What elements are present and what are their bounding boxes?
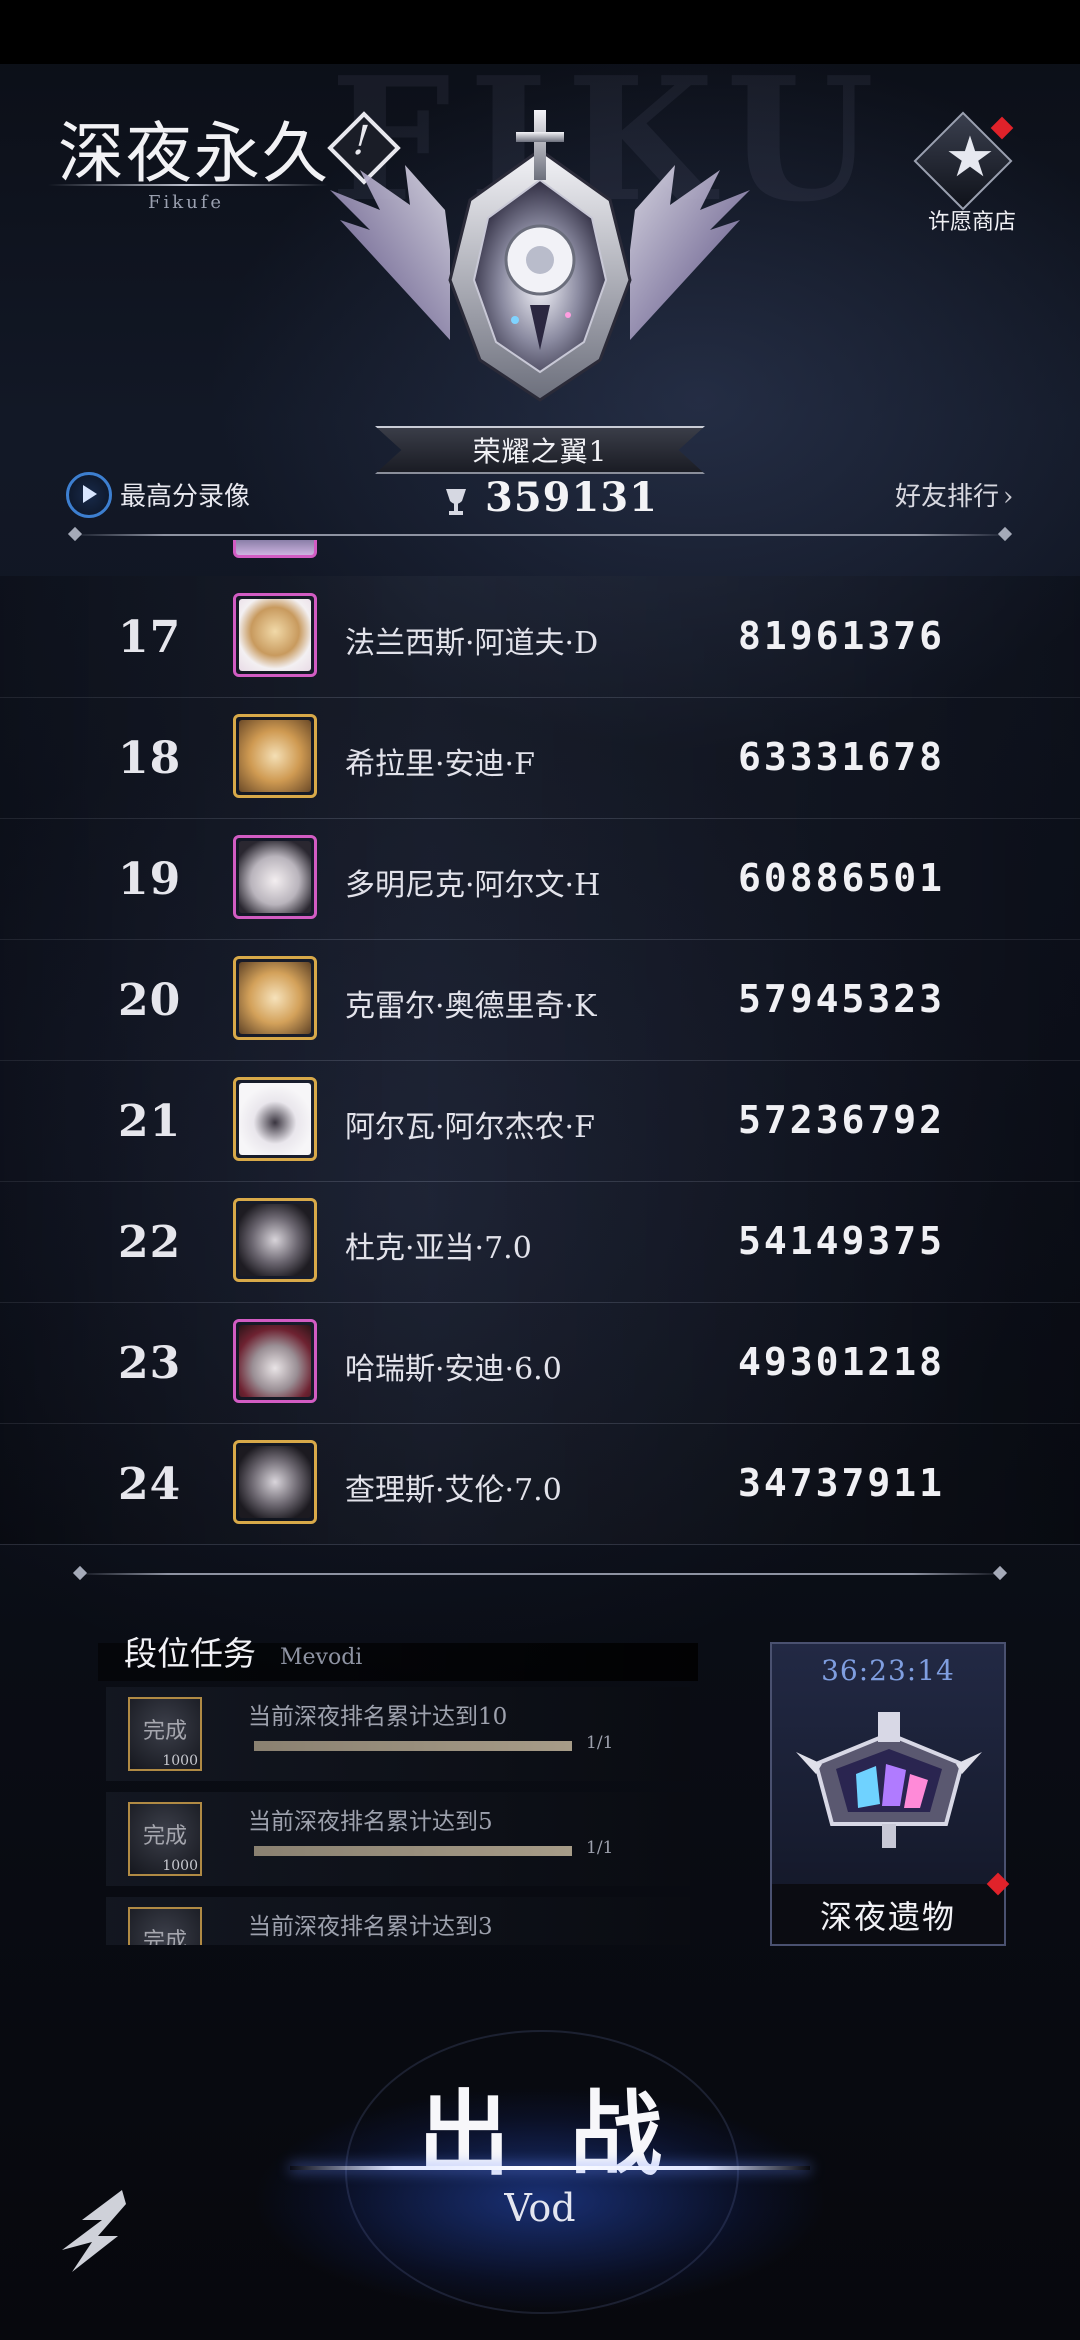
quest-count: 1/1 [586,1733,614,1753]
rank-number: 23 [118,1338,182,1389]
quest-text: 当前深夜排名累计达到3 [248,1914,493,1940]
quest-item[interactable]: 完成 1000 当前深夜排名累计达到5 1/1 [106,1792,690,1886]
quest-item[interactable]: 完成 当前深夜排名累计达到3 [106,1897,690,1945]
left-wing-icon [330,165,450,340]
friend-ranking-button[interactable]: 好友排行 › [895,476,1013,513]
quest-text: 当前深夜排名累计达到5 [248,1809,493,1835]
badge-text: 完成 [142,1824,187,1849]
trophy-score: 359131 [485,474,658,521]
battle-subtitle: Vod [504,2186,576,2230]
quest-complete-badge-icon: 完成 1000 [128,1802,202,1876]
rank-number: 24 [118,1459,182,1510]
avatar[interactable] [233,956,317,1040]
avatar[interactable] [233,593,317,677]
relic-timer: 36:23:14 [821,1654,955,1687]
rank-number: 20 [118,975,182,1026]
player-score: 54149375 [738,1219,946,1263]
replay-label: 最高分录像 [120,482,251,512]
avatar-partial [233,540,317,558]
player-name: 法兰西斯·阿道夫·D [345,626,599,661]
leaderboard-row[interactable]: 19 多明尼克·阿尔文·H 60886501 [0,818,1080,940]
player-name: 希拉里·安迪·F [345,747,535,782]
leaderboard-row[interactable]: 24 查理斯·艾伦·7.0 34737911 [0,1423,1080,1545]
relic-label: 深夜遗物 [819,1898,956,1936]
avatar[interactable] [233,714,317,798]
friend-ranking-label: 好友排行 [895,482,1000,512]
player-score: 63331678 [738,735,946,779]
rank-tier-ribbon: 荣耀之翼1 [375,422,705,474]
player-score: 49301218 [738,1340,946,1384]
leaderboard-row[interactable]: 18 希拉里·安迪·F 63331678 [0,697,1080,819]
quest-complete-badge-icon: 完成 [128,1907,202,1945]
quest-progress-fill [254,1741,572,1751]
player-name: 哈瑞斯·安迪·6.0 [345,1352,562,1387]
avatar[interactable] [233,835,317,919]
wing-back-icon[interactable] [52,2180,132,2280]
header-divider [67,526,1013,542]
quest-progress-bar [254,1741,572,1751]
player-score: 34737911 [738,1461,946,1505]
badge-text: 完成 [142,1929,187,1945]
battle-button[interactable]: 出战 [0,2060,1080,2193]
quest-complete-badge-icon: 完成 1000 [128,1697,202,1771]
badge-reward: 1000 [162,1858,198,1874]
quest-text: 当前深夜排名累计达到10 [248,1704,508,1730]
quest-count: 1/1 [586,1838,614,1858]
rank-number: 18 [118,733,182,784]
game-screen: FIKU 深夜永久 Fikufe ! ★ 许愿商店 荣耀之翼1 359131 最… [0,0,1080,2340]
leaderboard-list[interactable]: 17 法兰西斯·阿道夫·D 81961376 18 希拉里·安迪·F 63331… [0,540,1080,1545]
right-wing-icon [630,165,750,340]
quests-subtitle: Mevodi [280,1645,363,1670]
leaderboard-row[interactable]: 21 阿尔瓦·阿尔杰农·F 57236792 [0,1060,1080,1182]
leaderboard-row[interactable]: 22 杜克·亚当·7.0 54149375 [0,1181,1080,1303]
avatar[interactable] [233,1198,317,1282]
rank-emblem [330,110,750,402]
quest-progress-bar [254,1846,572,1856]
rank-number: 22 [118,1217,182,1268]
rank-number: 17 [118,612,182,663]
avatar[interactable] [233,1077,317,1161]
list-bottom-divider [72,1565,1008,1581]
logo-subtitle: Fikufe [148,192,225,213]
player-name: 多明尼克·阿尔文·H [345,868,601,903]
player-score: 57236792 [738,1098,946,1142]
player-score: 81961376 [738,614,946,658]
rank-number: 21 [118,1096,182,1147]
logo-title: 深夜永久 [58,115,330,192]
player-name: 阿尔瓦·阿尔杰农·F [345,1110,595,1145]
star-diamond-icon: ★ [944,125,996,190]
wish-shop-label: 许愿商店 [927,210,1016,235]
leaderboard-row[interactable]: 23 哈瑞斯·安迪·6.0 49301218 [0,1302,1080,1424]
trophy-icon [446,489,466,515]
player-name: 查理斯·艾伦·7.0 [345,1473,562,1508]
badge-reward: 1000 [162,1753,198,1769]
chevron-right-icon: › [1003,482,1014,512]
logo-underline [48,184,328,186]
quest-progress-fill [254,1846,572,1856]
player-name: 杜克·亚当·7.0 [345,1231,532,1266]
rank-tier-name: 荣耀之翼1 [472,435,608,468]
quest-item[interactable]: 完成 1000 当前深夜排名累计达到10 1/1 [106,1687,690,1781]
rank-number: 19 [118,854,182,905]
player-score: 57945323 [738,977,946,1021]
avatar[interactable] [233,1319,317,1403]
play-circle-icon [66,472,112,518]
badge-text: 完成 [142,1719,187,1744]
leaderboard-row[interactable]: 17 法兰西斯·阿道夫·D 81961376 [0,576,1080,698]
quests-title: 段位任务 [124,1634,256,1673]
leaderboard-row[interactable]: 20 克雷尔·奥德里奇·K 57945323 [0,939,1080,1061]
crystal-chest-icon [796,1712,982,1848]
player-name: 克雷尔·奥德里奇·K [345,989,597,1024]
player-score: 60886501 [738,856,946,900]
wish-shop-button[interactable]: ★ 许愿商店 [910,111,1030,235]
midnight-relic-button[interactable]: 36:23:14 深夜遗物 [770,1642,1006,1946]
battle-underline [290,2166,810,2170]
rank-quests-panel[interactable]: 段位任务 Mevodi 完成 1000 当前深夜排名累计达到10 1/1 完成 … [98,1625,698,1945]
avatar[interactable] [233,1440,317,1524]
